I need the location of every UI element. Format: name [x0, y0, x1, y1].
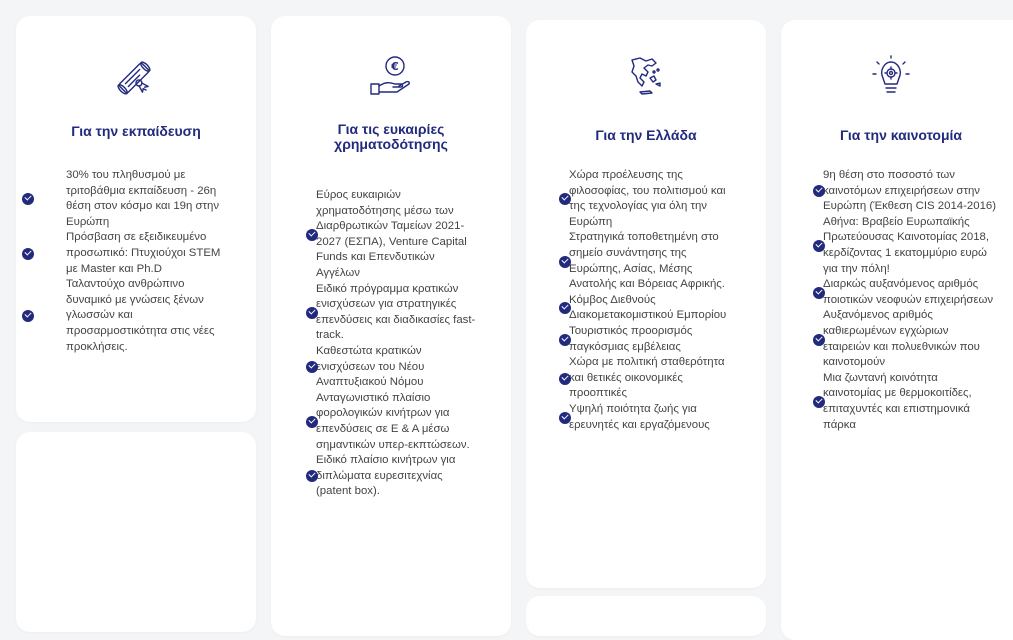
feature-text: Αυξανόμενος αριθμός καθιερωμένων εγχώριω… [823, 309, 980, 369]
euro-coin-hand-icon: € [367, 52, 415, 100]
list-item: 9η θέση στο ποσοστό των καινοτόμων επιχε… [781, 168, 1013, 215]
list-item: Ειδικό πλαίσιο κινήτρων για διπλώματα ευ… [271, 453, 511, 500]
feature-text: Υψηλή ποιότητα ζωής για ερευνητές και ερ… [569, 402, 710, 431]
card-title: Για την εκπαίδευση [71, 123, 201, 139]
check-circle-icon [306, 228, 318, 241]
check-circle-icon [813, 395, 825, 408]
feature-text: Εύρος ευκαιριών χρηματοδότησης μέσω των … [316, 189, 467, 279]
check-circle-icon [559, 372, 571, 385]
feature-text: Καθεστώτα κρατικών ενισχύσεων του Νέου Α… [316, 344, 425, 389]
feature-text: 9η θέση στο ποσοστό των καινοτόμων επιχε… [823, 169, 997, 213]
list-item: Ανταγωνιστικό πλαίσιο φορολογικών κινήτρ… [271, 391, 511, 453]
check-circle-icon [813, 239, 825, 252]
check-circle-icon [22, 193, 34, 206]
feature-text: Πρόσβαση σε εξειδικευμένο προσωπικό: Πτυ… [66, 231, 221, 275]
feature-list: 30% του πληθυσμού με τριτοβάθμια εκπαίδε… [16, 168, 256, 355]
feature-text: Ταλαντούχο ανθρώπινο δυναμικό με γνώσεις… [66, 278, 215, 353]
check-circle-icon [306, 415, 318, 428]
card-greece: Για την Ελλάδα Χώρα προέλευσης της φιλοσ… [526, 20, 766, 588]
diploma-scroll-icon [110, 54, 158, 102]
card-placeholder [526, 596, 766, 636]
check-circle-icon [813, 286, 825, 299]
check-circle-icon [306, 306, 318, 319]
feature-text: Τουριστικός προορισμός παγκόσμιας εμβέλε… [569, 324, 693, 353]
feature-text: Ειδικό πρόγραμμα κρατικών ενισχύσεων για… [316, 282, 476, 342]
feature-text: Κόμβος Διεθνούς Διακομετακομιστικού Εμπο… [569, 293, 727, 322]
list-item: Αυξανόμενος αριθμός καθιερωμένων εγχώριω… [781, 308, 1013, 370]
card-title: Για τις ευκαιρίες χρηματοδότησης [334, 121, 448, 152]
list-item: Πρόσβαση σε εξειδικευμένο προσωπικό: Πτυ… [16, 230, 256, 277]
list-item: Χώρα προέλευσης της φιλοσοφίας, του πολι… [526, 168, 766, 230]
svg-text:€: € [390, 60, 399, 73]
card-title: Για την καινοτομία [839, 127, 963, 143]
feature-text: 30% του πληθυσμού με τριτοβάθμια εκπαίδε… [66, 169, 220, 228]
list-item: Ταλαντούχο ανθρώπινο δυναμικό με γνώσεις… [16, 277, 256, 355]
list-item: Ειδικό πρόγραμμα κρατικών ενισχύσεων για… [271, 282, 511, 344]
check-circle-icon [559, 255, 571, 268]
check-circle-icon [813, 333, 825, 346]
list-item: Στρατηγικά τοποθετημένη στο σημείο συνάν… [526, 230, 766, 292]
feature-list: 9η θέση στο ποσοστό των καινοτόμων επιχε… [781, 168, 1013, 433]
feature-text: Ειδικό πλαίσιο κινήτρων για διπλώματα ευ… [316, 454, 456, 498]
feature-text: Αθήνα: Βραβείο Ευρωπαϊκής Πρωτεύουσας Κα… [823, 215, 990, 275]
card-title: Για την Ελλάδα [595, 127, 697, 143]
feature-list: Χώρα προέλευσης της φιλοσοφίας, του πολι… [526, 168, 766, 433]
list-item: Τουριστικός προορισμός παγκόσμιας εμβέλε… [526, 324, 766, 355]
feature-text: Στρατηγικά τοποθετημένη στο σημείο συνάν… [569, 231, 725, 291]
list-item: Καθεστώτα κρατικών ενισχύσεων του Νέου Α… [271, 344, 511, 391]
feature-text: Μια ζωντανή κοινότητα καινοτομίας με θερ… [823, 371, 972, 431]
feature-text: Χώρα προέλευσης της φιλοσοφίας, του πολι… [569, 169, 726, 228]
check-circle-icon [22, 310, 34, 323]
feature-text: Ανταγωνιστικό πλαίσιο φορολογικών κινήτρ… [316, 391, 470, 451]
check-circle-icon [559, 411, 571, 424]
list-item: Αθήνα: Βραβείο Ευρωπαϊκής Πρωτεύουσας Κα… [781, 215, 1013, 277]
list-item: Χώρα με πολιτική σταθερότητα και θετικές… [526, 355, 766, 402]
lightbulb-gear-icon [867, 54, 915, 102]
feature-text: Χώρα με πολιτική σταθερότητα και θετικές… [569, 356, 725, 400]
list-item: 30% του πληθυσμού με τριτοβάθμια εκπαίδε… [16, 168, 256, 230]
greece-map-icon [622, 52, 670, 100]
card-placeholder [16, 432, 256, 632]
card-education: Για την εκπαίδευση 30% του πληθυσμού με … [16, 16, 256, 422]
card-funding: € Για τις ευκαιρίες χρηματοδότησης Εύρος… [271, 16, 511, 636]
feature-text: Διαρκώς αυξανόμενος αριθμός ποιοτικών νε… [823, 278, 994, 306]
card-innovation: Για την καινοτομία 9η θέση στο ποσοστό τ… [781, 20, 1013, 640]
check-circle-icon [22, 247, 34, 260]
list-item: Διαρκώς αυξανόμενος αριθμός ποιοτικών νε… [781, 277, 1013, 308]
list-item: Εύρος ευκαιριών χρηματοδότησης μέσω των … [271, 188, 511, 282]
check-circle-icon [559, 333, 571, 346]
list-item: Μια ζωντανή κοινότητα καινοτομίας με θερ… [781, 371, 1013, 433]
list-item: Κόμβος Διεθνούς Διακομετακομιστικού Εμπο… [526, 293, 766, 324]
feature-list: Εύρος ευκαιριών χρηματοδότησης μέσω των … [271, 188, 511, 500]
list-item: Υψηλή ποιότητα ζωής για ερευνητές και ερ… [526, 402, 766, 433]
